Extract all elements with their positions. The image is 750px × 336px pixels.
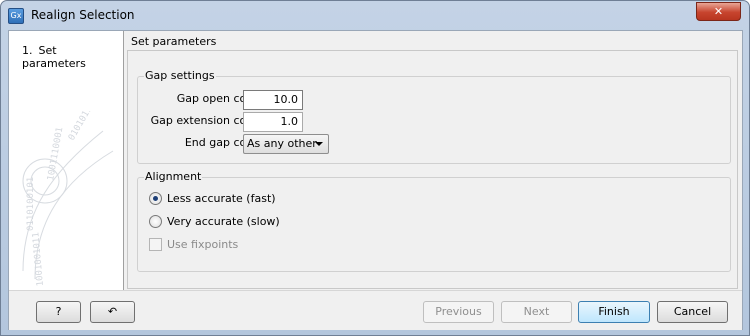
undo-arrow-icon: ↶: [107, 305, 118, 318]
alignment-group: Alignment Less accurate (fast) Very accu…: [137, 170, 731, 272]
button-bar: ? ↶ Previous Next Finish Cancel: [9, 290, 742, 330]
end-gap-dropdown[interactable]: As any other: [243, 134, 329, 154]
cancel-button[interactable]: Cancel: [657, 301, 728, 323]
radio-less-accurate-label: Less accurate (fast): [167, 192, 276, 205]
next-button[interactable]: Next: [501, 301, 572, 323]
finish-button[interactable]: Finish: [578, 301, 650, 323]
svg-text:0101011100: 0101011100: [67, 111, 103, 143]
svg-text:0110100101: 0110100101: [26, 177, 36, 231]
page-title: Set parameters: [131, 35, 217, 48]
svg-text:1001110001: 1001110001: [46, 126, 65, 181]
gap-extension-label: Gap extension cost:: [150, 114, 260, 127]
end-gap-selected-value: As any other: [247, 137, 317, 150]
gap-settings-title: Gap settings: [144, 69, 216, 82]
help-button[interactable]: ?: [36, 301, 81, 323]
content-area: Set parameters Gap settings Gap open cos…: [125, 31, 742, 290]
fixpoints-checkbox: [149, 238, 162, 251]
gap-open-label: Gap open cost:: [176, 92, 260, 105]
end-gap-label: End gap cost:: [184, 136, 260, 149]
chevron-down-icon: [315, 142, 323, 146]
gap-settings-group: Gap settings Gap open cost: 10.0 Gap ext…: [137, 69, 731, 164]
step-number: 1.: [22, 44, 33, 57]
radio-button[interactable]: [149, 215, 162, 228]
title-bar[interactable]: Gx Realign Selection ✕: [1, 1, 749, 30]
wizard-steps-sidebar: 1. Set parameters 0101011100 1001110001 0…: [9, 31, 124, 290]
gap-open-input[interactable]: 10.0: [243, 90, 303, 110]
app-icon: Gx: [8, 8, 24, 24]
reset-button[interactable]: ↶: [90, 301, 135, 323]
gap-extension-input[interactable]: 1.0: [243, 112, 303, 132]
alignment-title: Alignment: [144, 170, 203, 183]
dialog-body: 1. Set parameters 0101011100 1001110001 0…: [8, 30, 743, 330]
fixpoints-label: Use fixpoints: [167, 238, 239, 251]
parameters-panel: Gap settings Gap open cost: 10.0 Gap ext…: [127, 50, 738, 289]
previous-button[interactable]: Previous: [423, 301, 494, 323]
window-title: Realign Selection: [31, 8, 135, 22]
radio-button-checked[interactable]: [149, 192, 162, 205]
svg-text:1001001011: 1001001011: [31, 232, 46, 287]
close-button[interactable]: ✕: [696, 2, 741, 21]
radio-very-accurate-label: Very accurate (slow): [167, 215, 280, 228]
step-item-set-parameters: 1. Set parameters: [22, 44, 123, 70]
dna-swirl-decoration-icon: 0101011100 1001110001 0110100101 1001001…: [22, 111, 114, 287]
dialog-window: Gx Realign Selection ✕ 1. Set parameters …: [0, 0, 750, 336]
